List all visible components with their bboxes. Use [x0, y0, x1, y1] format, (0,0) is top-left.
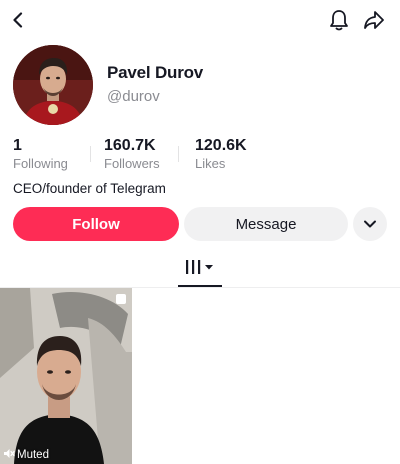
following-label: Following — [13, 156, 68, 171]
followers-count: 160.7K — [104, 137, 156, 154]
more-options-button[interactable] — [353, 207, 387, 241]
top-bar — [0, 0, 400, 40]
followers-label: Followers — [104, 156, 160, 171]
muted-label: Muted — [17, 449, 49, 461]
chevron-down-icon — [363, 216, 377, 233]
video-thumbnail-image — [0, 288, 132, 464]
content-tabs — [0, 250, 400, 288]
tab-videos[interactable] — [178, 250, 222, 288]
stat-followers[interactable]: 160.7K Followers — [104, 137, 160, 172]
muted-indicator[interactable]: Muted — [3, 448, 49, 462]
avatar[interactable] — [13, 45, 93, 125]
display-name: Pavel Durov — [107, 63, 204, 82]
stat-divider — [90, 146, 91, 162]
back-arrow-icon[interactable] — [4, 6, 32, 34]
share-arrow-icon[interactable] — [360, 6, 388, 34]
stat-likes[interactable]: 120.6K Likes — [195, 137, 247, 172]
video-thumbnail[interactable]: Muted — [0, 288, 132, 464]
username: @durov — [107, 88, 160, 105]
grid-bars-icon — [185, 259, 215, 280]
speaker-muted-icon — [3, 448, 15, 462]
bell-icon[interactable] — [325, 6, 353, 34]
likes-count: 120.6K — [195, 137, 247, 154]
likes-label: Likes — [195, 156, 226, 171]
stat-following[interactable]: 1 Following — [13, 137, 68, 172]
following-count: 1 — [13, 137, 22, 154]
active-tab-indicator — [178, 285, 222, 287]
stat-divider — [178, 146, 179, 162]
bio: CEO/founder of Telegram — [13, 181, 166, 196]
follow-button[interactable]: Follow — [13, 207, 179, 241]
message-button[interactable]: Message — [184, 207, 348, 241]
